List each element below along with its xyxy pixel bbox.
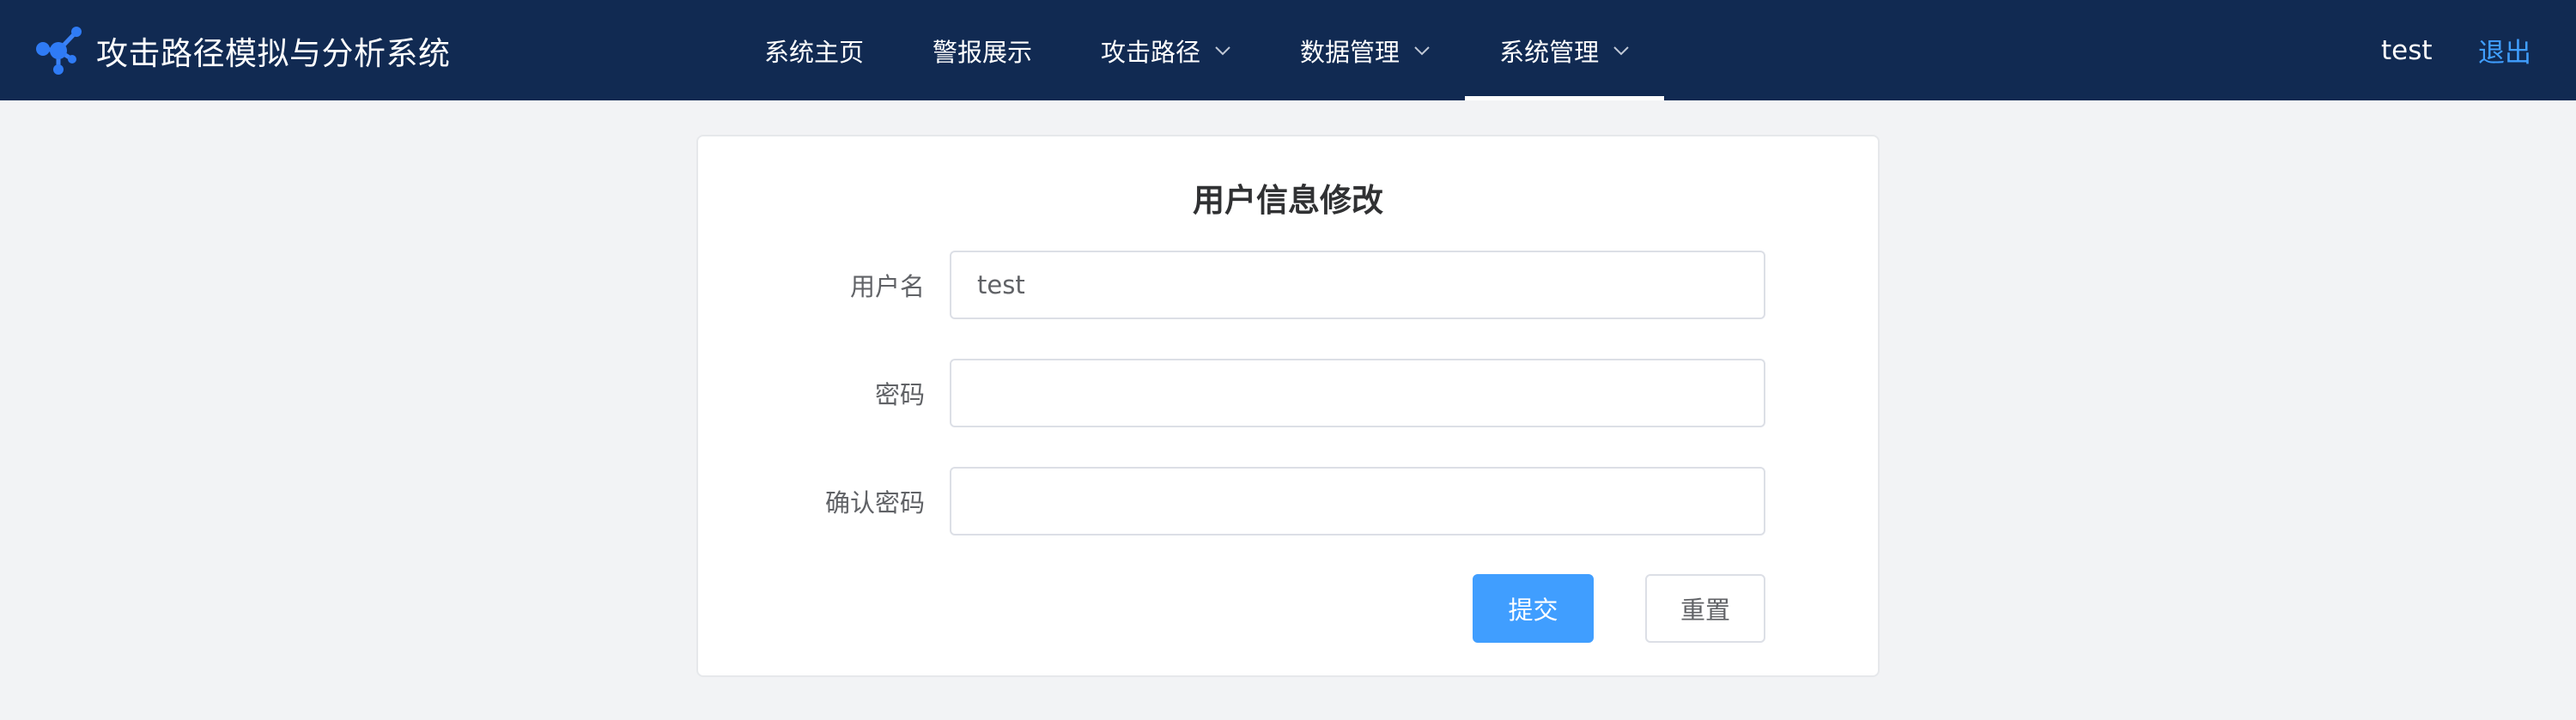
nav-item-label: 系统主页	[764, 37, 865, 67]
app-title: 攻击路径模拟与分析系统	[96, 34, 451, 72]
password-input[interactable]	[950, 359, 1765, 427]
molecule-network-icon	[36, 26, 82, 75]
chevron-down-icon	[1215, 45, 1230, 55]
page-title: 用户信息修改	[1193, 182, 1383, 219]
form-row-username: 用户名	[698, 251, 1878, 319]
nav-item-label: 数据管理	[1300, 37, 1400, 67]
main-nav: 系统主页 警报展示 攻击路径 数据管理 系统管理	[730, 0, 1665, 100]
nav-item-label: 攻击路径	[1101, 37, 1201, 67]
nav-item-system-management[interactable]: 系统管理	[1465, 0, 1665, 100]
chevron-down-icon	[1613, 45, 1629, 55]
nav-item-home[interactable]: 系统主页	[730, 0, 898, 100]
logout-link[interactable]: 退出	[2478, 0, 2531, 100]
confirm-password-label: 确认密码	[824, 488, 925, 517]
form-row-password: 密码	[698, 359, 1878, 427]
form-row-confirm-password: 确认密码	[698, 467, 1878, 535]
chevron-down-icon	[1414, 45, 1430, 55]
reset-button[interactable]: 重置	[1645, 574, 1765, 643]
submit-button[interactable]: 提交	[1473, 574, 1594, 643]
top-navbar: 攻击路径模拟与分析系统 系统主页 警报展示 攻击路径 数据管理 系统管理 tes…	[0, 0, 2576, 100]
password-label: 密码	[874, 380, 925, 409]
confirm-password-input[interactable]	[950, 467, 1765, 535]
nav-item-attack-path[interactable]: 攻击路径	[1066, 0, 1266, 100]
user-info-card: 用户信息修改 用户名 密码 确认密码 提交 重置	[696, 135, 1880, 677]
username-label: 用户名	[849, 272, 925, 301]
nav-item-label: 系统管理	[1499, 37, 1600, 67]
current-user: test	[2381, 34, 2433, 66]
nav-item-alerts[interactable]: 警报展示	[898, 0, 1066, 100]
username-input[interactable]	[950, 251, 1765, 319]
brand[interactable]: 攻击路径模拟与分析系统	[33, 0, 451, 100]
nav-item-label: 警报展示	[933, 37, 1033, 67]
nav-item-data-management[interactable]: 数据管理	[1266, 0, 1465, 100]
